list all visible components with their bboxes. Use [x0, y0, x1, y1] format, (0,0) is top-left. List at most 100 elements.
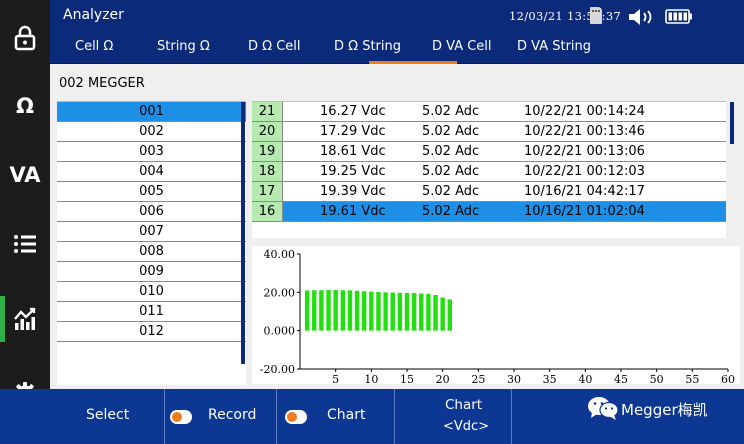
readings-scrollbar[interactable]	[730, 102, 734, 144]
reading-timestamp: 10/22/21 00:14:24	[524, 104, 645, 119]
tab-delta-va-cell[interactable]: D VA Cell	[432, 39, 492, 54]
lock-icon-svg	[14, 25, 36, 51]
cell-list-item[interactable]: 006	[57, 202, 246, 222]
chart-bar	[319, 290, 324, 331]
tab-delta-va-string[interactable]: D VA String	[517, 39, 591, 54]
sidebar-item-va[interactable]: VA	[0, 155, 50, 195]
record-button-label: Record	[208, 407, 257, 423]
chart-bar	[326, 290, 331, 331]
reading-index: 17	[252, 182, 283, 201]
table-row[interactable]: 17 19.39 Vdc 5.02 Adc 10/16/21 04:42:17	[252, 182, 726, 202]
chart-bar	[440, 297, 445, 331]
table-row[interactable]: 19 18.61 Vdc 5.02 Adc 10/22/21 00:13:06	[252, 142, 726, 162]
chart-bar	[447, 299, 453, 331]
chart-unit-value: <Vdc>	[443, 419, 490, 434]
select-button-label: Select	[86, 407, 130, 423]
x-tick-label: 20	[436, 373, 450, 384]
chart-bar	[354, 290, 360, 331]
reading-timestamp: 10/16/21 01:02:04	[524, 204, 645, 219]
table-row[interactable]: 16 19.61 Vdc 5.02 Adc 10/16/21 01:02:04	[252, 202, 726, 222]
x-tick-label: 5	[332, 373, 339, 384]
chart-bar	[340, 290, 346, 331]
chart-bar	[333, 290, 338, 331]
x-tick-label: 50	[650, 373, 664, 384]
y-tick-label: 20.00	[264, 286, 296, 299]
reading-voltage: 19.39 Vdc	[320, 184, 386, 199]
reading-voltage: 18.61 Vdc	[320, 144, 386, 159]
cell-list-item[interactable]: 007	[57, 222, 246, 242]
sidebar-item-chart[interactable]	[0, 296, 50, 342]
reading-current: 5.02 Adc	[422, 184, 480, 199]
chart-bar	[369, 291, 374, 331]
chart-bar	[404, 292, 410, 331]
readings-table[interactable]: 21 16.27 Vdc 5.02 Adc 10/22/21 00:14:24 20 17…	[252, 101, 726, 238]
chart-unit-button[interactable]: Chart <Vdc>	[395, 389, 512, 444]
reading-voltage: 16.27 Vdc	[320, 104, 386, 119]
reading-timestamp: 10/22/21 00:13:46	[524, 124, 645, 139]
table-row[interactable]: 18 19.25 Vdc 5.02 Adc 10/22/21 00:12:03	[252, 162, 726, 182]
cell-list-item[interactable]: 001	[57, 102, 246, 122]
omega-icon: Ω	[16, 94, 34, 118]
record-toggle-button[interactable]: Record	[165, 389, 277, 444]
reading-current: 5.02 Adc	[422, 204, 480, 219]
reading-index: 20	[252, 122, 283, 141]
wechat-icon	[588, 397, 619, 420]
datetime-display: 12/03/21 13:53:37	[509, 9, 622, 23]
app-title: Analyzer	[63, 7, 124, 23]
battery-icon	[665, 9, 692, 24]
cell-list-item[interactable]: 004	[57, 162, 246, 182]
reading-index: 18	[252, 162, 283, 181]
sidebar-item-resistance[interactable]: Ω	[0, 86, 50, 126]
cell-list-scrollbar[interactable]	[241, 102, 245, 364]
chart-bar	[433, 294, 438, 331]
reading-index: 21	[252, 102, 283, 121]
chart-bar	[411, 293, 417, 331]
select-button[interactable]: Select	[0, 389, 165, 444]
chart-bar	[383, 292, 388, 331]
y-tick-label: -20.00	[260, 363, 295, 376]
y-tick-label: 0.000	[264, 325, 296, 338]
chart-bar	[390, 292, 395, 331]
chart-toggle-icon	[285, 410, 307, 424]
chart-background	[252, 246, 740, 384]
cell-list-item[interactable]: 010	[57, 282, 246, 302]
table-row[interactable]: 21 16.27 Vdc 5.02 Adc 10/22/21 00:14:24	[252, 102, 726, 122]
speaker-icon[interactable]	[628, 8, 658, 26]
reading-current: 5.02 Adc	[422, 104, 480, 119]
lock-icon[interactable]	[0, 18, 50, 58]
chart-icon	[14, 307, 36, 330]
x-tick-label: 30	[507, 373, 521, 384]
reading-timestamp: 10/22/21 00:12:03	[524, 164, 645, 179]
x-tick-label: 10	[364, 373, 378, 384]
y-tick-label: 40.00	[264, 248, 296, 261]
reading-current: 5.02 Adc	[422, 164, 480, 179]
x-tick-label: 40	[578, 373, 592, 384]
tab-delta-cell-resistance[interactable]: D Ω Cell	[248, 39, 301, 54]
cell-list-item[interactable]: 008	[57, 242, 246, 262]
cell-list-item[interactable]: 003	[57, 142, 246, 162]
x-tick-label: 55	[685, 373, 699, 384]
cell-list-item[interactable]: 011	[57, 302, 246, 322]
cell-list-item[interactable]: 012	[57, 322, 246, 342]
x-tick-label: 15	[400, 373, 414, 384]
tab-cell-resistance[interactable]: Cell Ω	[75, 39, 113, 54]
chart-bar	[397, 292, 403, 331]
chart-button-label: Chart	[327, 407, 366, 423]
cell-list-item[interactable]: 009	[57, 262, 246, 282]
group-name: 002 MEGGER	[59, 76, 145, 91]
reading-voltage: 19.61 Vdc	[320, 204, 386, 219]
table-row[interactable]: 20 17.29 Vdc 5.02 Adc 10/22/21 00:13:46	[252, 122, 726, 142]
va-icon: VA	[9, 163, 41, 187]
sidebar-item-list[interactable]	[0, 224, 50, 264]
tab-delta-string-resistance[interactable]: D Ω String	[334, 39, 401, 54]
chart-bar	[426, 293, 431, 331]
reading-index: 19	[252, 142, 283, 161]
chart-toggle-button[interactable]: Chart	[277, 389, 395, 444]
cell-list-item[interactable]: 002	[57, 122, 246, 142]
reading-index: 16	[252, 202, 283, 221]
tab-string-resistance[interactable]: String Ω	[157, 39, 210, 54]
x-tick-label: 60	[721, 373, 735, 384]
cell-list-item[interactable]: 005	[57, 182, 246, 202]
cell-list[interactable]: 001 002 003 004 005 006 007 008 009 010 011 012	[57, 101, 246, 385]
x-tick-label: 35	[543, 373, 557, 384]
